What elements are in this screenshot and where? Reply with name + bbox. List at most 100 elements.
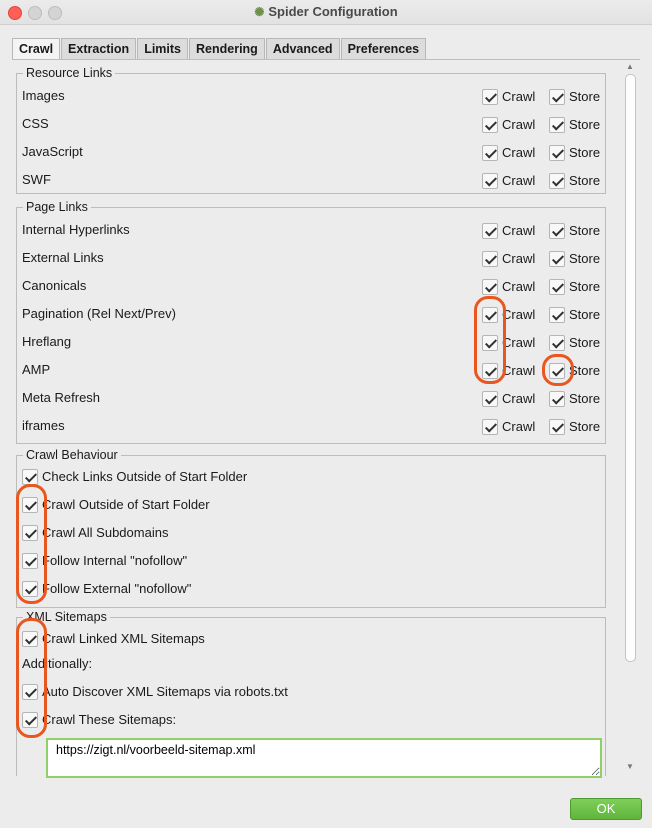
checkbox-checked[interactable] <box>549 144 565 161</box>
internal-hyperlinks-store-checkbox[interactable]: Store <box>549 216 600 244</box>
swf-store-checkbox[interactable]: Store <box>549 166 600 194</box>
pagination-crawl-checkbox[interactable]: Crawl <box>482 300 535 328</box>
checkbox-checked[interactable] <box>22 630 38 647</box>
spider-app-icon: ✺ <box>254 5 265 19</box>
checkbox-checked[interactable] <box>482 390 498 407</box>
crawl-label: Crawl <box>502 278 536 294</box>
tab-preferences[interactable]: Preferences <box>340 38 427 59</box>
sitemaps-url-textarea[interactable]: https://zigt.nl/voorbeeld-sitemap.xml <box>46 738 602 778</box>
resource-links-legend: Resource Links <box>26 66 113 80</box>
window-title-container: ✺ Spider Configuration <box>0 4 652 19</box>
amp-crawl-checkbox[interactable]: Crawl <box>482 356 535 384</box>
follow-internal-nofollow-checkbox[interactable]: Follow Internal "nofollow" <box>22 546 187 574</box>
row-label-javascript: JavaScript <box>22 144 83 159</box>
checkbox-checked[interactable] <box>482 362 498 379</box>
store-label: Store <box>569 222 601 238</box>
option-label: Follow Internal "nofollow" <box>42 552 188 568</box>
checkbox-checked[interactable] <box>22 468 38 485</box>
javascript-store-checkbox[interactable]: Store <box>549 138 600 166</box>
images-crawl-checkbox[interactable]: Crawl <box>482 82 535 110</box>
checkbox-checked[interactable] <box>482 418 498 435</box>
checkbox-checked[interactable] <box>22 683 38 700</box>
checkbox-checked[interactable] <box>22 580 38 597</box>
checkbox-checked[interactable] <box>549 306 565 323</box>
checkbox-checked[interactable] <box>549 390 565 407</box>
iframes-store-checkbox[interactable]: Store <box>549 412 600 440</box>
css-store-checkbox[interactable]: Store <box>549 110 600 138</box>
check-links-outside-start-folder-checkbox[interactable]: Check Links Outside of Start Folder <box>22 462 247 490</box>
row-label-internal-hyperlinks: Internal Hyperlinks <box>22 222 130 237</box>
additionally-label: Additionally: <box>22 656 93 671</box>
checkbox-checked[interactable] <box>549 334 565 351</box>
scroll-down-arrow-icon[interactable]: ▼ <box>626 762 634 771</box>
row-label-images: Images <box>22 88 65 103</box>
row-label-amp: AMP <box>22 362 51 377</box>
checkbox-checked[interactable] <box>22 552 38 569</box>
checkbox-checked[interactable] <box>22 524 38 541</box>
checkbox-checked[interactable] <box>22 711 38 728</box>
hreflang-crawl-checkbox[interactable]: Crawl <box>482 328 535 356</box>
checkbox-checked[interactable] <box>549 116 565 133</box>
internal-hyperlinks-crawl-checkbox[interactable]: Crawl <box>482 216 535 244</box>
checkbox-checked[interactable] <box>549 222 565 239</box>
checkbox-checked[interactable] <box>482 334 498 351</box>
checkbox-checked[interactable] <box>549 172 565 189</box>
crawl-settings-panel: Resource Links Images CSS JavaScript SWF… <box>12 60 640 776</box>
store-label: Store <box>569 172 601 188</box>
checkbox-checked[interactable] <box>482 172 498 189</box>
canonicals-store-checkbox[interactable]: Store <box>549 272 600 300</box>
tab-limits[interactable]: Limits <box>137 38 188 59</box>
pagination-store-checkbox[interactable]: Store <box>549 300 600 328</box>
crawl-all-subdomains-checkbox[interactable]: Crawl All Subdomains <box>22 518 168 546</box>
external-links-store-checkbox[interactable]: Store <box>549 244 600 272</box>
crawl-label: Crawl <box>502 362 536 378</box>
auto-discover-sitemaps-checkbox[interactable]: Auto Discover XML Sitemaps via robots.tx… <box>22 677 288 705</box>
store-label: Store <box>569 306 601 322</box>
meta-refresh-crawl-checkbox[interactable]: Crawl <box>482 384 535 412</box>
crawl-these-sitemaps-checkbox[interactable]: Crawl These Sitemaps: <box>22 705 176 733</box>
crawl-linked-xml-sitemaps-checkbox[interactable]: Crawl Linked XML Sitemaps <box>22 624 205 652</box>
follow-external-nofollow-checkbox[interactable]: Follow External "nofollow" <box>22 574 191 602</box>
vertical-scrollbar[interactable]: ▲ ▼ <box>623 62 637 774</box>
store-label: Store <box>569 390 601 406</box>
checkbox-checked[interactable] <box>549 88 565 105</box>
title-bar: ✺ Spider Configuration <box>0 0 652 25</box>
scroll-up-arrow-icon[interactable]: ▲ <box>626 62 634 71</box>
canonicals-crawl-checkbox[interactable]: Crawl <box>482 272 535 300</box>
checkbox-checked[interactable] <box>482 88 498 105</box>
ok-button[interactable]: OK <box>570 798 642 820</box>
checkbox-checked[interactable] <box>549 278 565 295</box>
amp-store-checkbox[interactable]: Store <box>549 356 600 384</box>
checkbox-checked[interactable] <box>482 306 498 323</box>
css-crawl-checkbox[interactable]: Crawl <box>482 110 535 138</box>
checkbox-checked[interactable] <box>482 116 498 133</box>
checkbox-checked[interactable] <box>482 278 498 295</box>
row-label-canonicals: Canonicals <box>22 278 87 293</box>
javascript-crawl-checkbox[interactable]: Crawl <box>482 138 535 166</box>
hreflang-store-checkbox[interactable]: Store <box>549 328 600 356</box>
crawl-label: Crawl <box>502 144 536 160</box>
checkbox-checked[interactable] <box>22 496 38 513</box>
tab-rendering[interactable]: Rendering <box>189 38 265 59</box>
iframes-crawl-checkbox[interactable]: Crawl <box>482 412 535 440</box>
checkbox-checked[interactable] <box>549 362 565 379</box>
store-label: Store <box>569 88 601 104</box>
checkbox-checked[interactable] <box>549 418 565 435</box>
store-label: Store <box>569 144 601 160</box>
tab-extraction[interactable]: Extraction <box>61 38 137 59</box>
checkbox-checked[interactable] <box>482 222 498 239</box>
crawl-outside-start-folder-checkbox[interactable]: Crawl Outside of Start Folder <box>22 490 210 518</box>
meta-refresh-store-checkbox[interactable]: Store <box>549 384 600 412</box>
tab-advanced[interactable]: Advanced <box>265 38 340 59</box>
checkbox-checked[interactable] <box>482 250 498 267</box>
images-store-checkbox[interactable]: Store <box>549 82 600 110</box>
tab-crawl[interactable]: Crawl <box>12 38 61 61</box>
option-label: Auto Discover XML Sitemaps via robots.tx… <box>42 683 288 699</box>
external-links-crawl-checkbox[interactable]: Crawl <box>482 244 535 272</box>
row-label-iframes: iframes <box>22 418 65 433</box>
checkbox-checked[interactable] <box>549 250 565 267</box>
crawl-label: Crawl <box>502 334 536 350</box>
scroll-thumb[interactable] <box>625 74 636 662</box>
checkbox-checked[interactable] <box>482 144 498 161</box>
swf-crawl-checkbox[interactable]: Crawl <box>482 166 535 194</box>
